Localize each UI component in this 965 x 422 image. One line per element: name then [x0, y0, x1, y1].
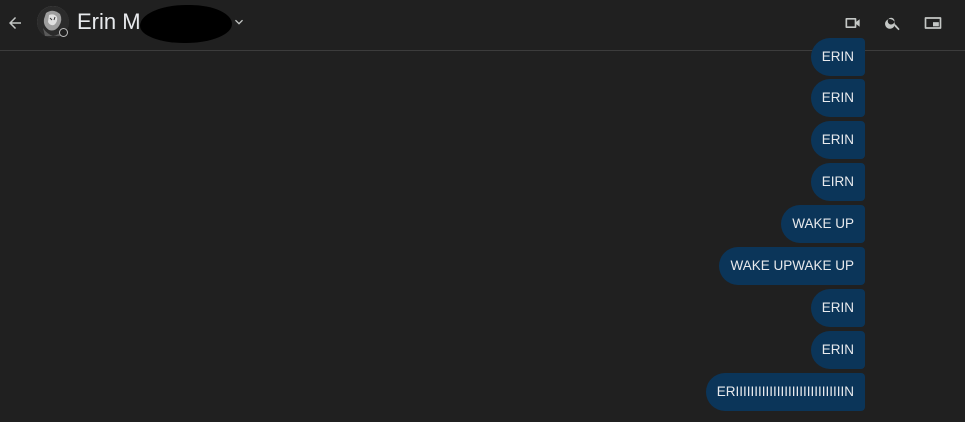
message-bubble[interactable]: ERIN: [810, 79, 865, 117]
chevron-down-icon: [235, 19, 243, 25]
back-button[interactable]: [4, 12, 26, 34]
message-bubble[interactable]: EIRN: [810, 163, 865, 201]
arrow-back-icon: [9, 17, 21, 29]
expand-contact-button[interactable]: [231, 14, 247, 30]
search-icon: [885, 17, 900, 31]
search-button[interactable]: [882, 12, 904, 34]
message-bubble[interactable]: ERIN: [810, 121, 865, 159]
status-indicator: [59, 28, 68, 37]
picture-in-picture-icon: [924, 17, 942, 29]
video-call-button[interactable]: [842, 12, 864, 34]
message-bubble[interactable]: ERIIIIIIIIIIIIIIIIIIIIIIIIIIIIIN: [705, 373, 865, 411]
message-bubble[interactable]: ERIN: [810, 331, 865, 369]
message-bubble[interactable]: WAKE UP: [781, 205, 865, 243]
contact-name[interactable]: Erin M: [77, 9, 141, 35]
message-bubble[interactable]: ERIN: [810, 38, 865, 76]
message-bubble[interactable]: WAKE UPWAKE UP: [719, 247, 865, 285]
picture-in-picture-button[interactable]: [922, 12, 944, 34]
message-bubble[interactable]: ERIN: [810, 289, 865, 327]
video-call-icon: [845, 18, 860, 28]
redaction-mark: [140, 5, 232, 43]
message-list[interactable]: ERIN ERIN ERIN EIRN WAKE UP WAKE UPWAKE …: [0, 38, 965, 422]
